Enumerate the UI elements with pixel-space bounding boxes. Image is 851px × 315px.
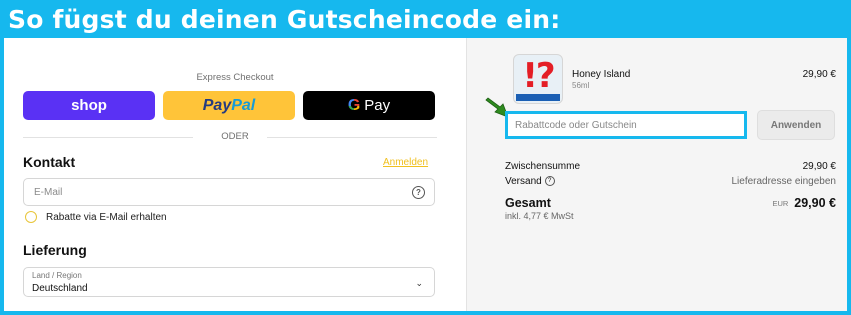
google-pay-button[interactable]: G Pay — [303, 91, 435, 120]
divider-text: ODER — [221, 131, 249, 142]
tax-note: inkl. 4,77 € MwSt — [505, 211, 574, 221]
subtotal-row: Zwischensumme 29,90 € — [505, 161, 836, 172]
delivery-heading: Lieferung — [23, 242, 87, 258]
product-variant: 56ml — [572, 81, 590, 90]
country-select[interactable]: Land / Region Deutschland ⌄ — [23, 267, 435, 297]
tutorial-frame: So fügst du deinen Gutscheincode ein: Ex… — [0, 0, 851, 315]
paypal-label-a: Pay — [202, 96, 232, 114]
total-row: Gesamt EUR 29,90 € — [505, 196, 836, 210]
newsletter-checkbox[interactable] — [25, 211, 37, 223]
total-label: Gesamt — [505, 196, 551, 210]
newsletter-label: Rabatte via E-Mail erhalten — [46, 212, 167, 223]
total-currency: EUR — [772, 199, 789, 209]
coupon-code-input[interactable]: Rabattcode oder Gutschein — [505, 111, 747, 139]
shipping-value: Lieferadresse eingeben — [731, 176, 836, 187]
paypal-button[interactable]: Pay Pal — [163, 91, 295, 120]
total-amount: EUR 29,90 € — [772, 196, 836, 210]
shipping-row: Versand? Lieferadresse eingeben — [505, 176, 836, 187]
shipping-help-icon[interactable]: ? — [544, 176, 555, 187]
google-g-icon: G — [347, 96, 361, 114]
checkout-panel: Express Checkout shop Pay Pal G Pay ODER … — [4, 38, 847, 311]
country-select-value: Deutschland — [32, 283, 88, 294]
subtotal-label: Zwischensumme — [505, 161, 581, 172]
apply-coupon-button[interactable]: Anwenden — [757, 110, 835, 140]
subtotal-value: 29,90 € — [802, 161, 836, 172]
paypal-label-b: Pal — [231, 96, 256, 114]
chevron-down-icon: ⌄ — [415, 278, 423, 288]
product-thumbnail-stamp — [516, 94, 560, 101]
login-link[interactable]: Anmelden — [383, 157, 428, 168]
checkout-form: Express Checkout shop Pay Pal G Pay ODER … — [4, 38, 466, 311]
google-pay-label: Pay — [364, 97, 391, 114]
shop-pay-label: shop — [71, 97, 107, 114]
shipping-label: Versand — [505, 176, 542, 187]
product-name: Honey Island — [572, 69, 631, 80]
shop-pay-button[interactable]: shop — [23, 91, 155, 120]
express-checkout-title: Express Checkout — [196, 72, 274, 83]
product-price: 29,90 € — [802, 69, 836, 80]
total-value: 29,90 € — [794, 196, 836, 210]
product-thumbnail-symbol: !? — [522, 56, 555, 96]
banner-title: So fügst du deinen Gutscheincode ein: — [8, 5, 561, 34]
product-thumbnail: !? — [513, 54, 563, 104]
coupon-code-placeholder: Rabattcode oder Gutschein — [515, 120, 637, 131]
order-summary: !? Honey Island 56ml 29,90 € Rabattcode … — [466, 38, 847, 311]
email-placeholder: E-Mail — [34, 187, 63, 198]
email-field[interactable]: E-Mail ? — [23, 178, 435, 206]
contact-heading: Kontakt — [23, 154, 76, 170]
country-select-label: Land / Region — [32, 271, 82, 280]
help-icon[interactable]: ? — [412, 186, 425, 199]
